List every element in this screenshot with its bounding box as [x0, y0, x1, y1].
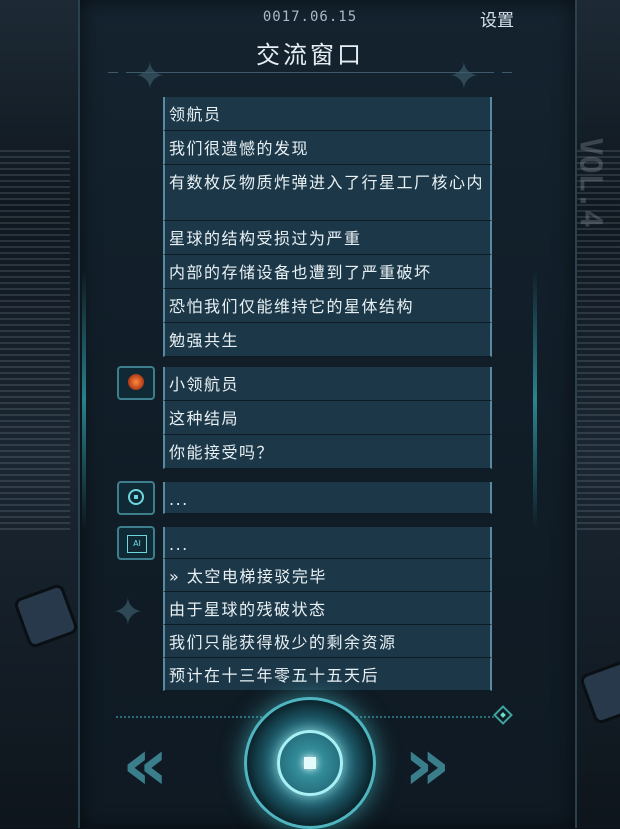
chat-message: ... — [163, 527, 492, 559]
red-robot-avatar-icon[interactable] — [117, 366, 155, 400]
chat-message: 恐怕我们仅能维持它的星体结构 — [163, 289, 492, 323]
chat-message: 预计在十三年零五十五天后 — [163, 658, 492, 691]
vol-wall-text: VOL.4 — [572, 137, 608, 228]
panel-glow-right — [533, 270, 537, 530]
chat-message: 内部的存储设备也遭到了严重破坏 — [163, 255, 492, 289]
chat-message: 小领航员 — [163, 367, 492, 401]
chat-message: ... — [163, 482, 492, 514]
chat-message: 我们很遗憾的发现 — [163, 131, 492, 165]
ai-chip-avatar-icon[interactable] — [117, 526, 155, 560]
chat-message: 有数枚反物质炸弹进入了行星工厂核心内 — [163, 165, 492, 221]
chat-message: 领航员 — [163, 97, 492, 131]
settings-button[interactable]: 设置 — [480, 6, 514, 31]
background-left-wall — [0, 0, 82, 828]
chat-message: 由于星球的残破状态 — [163, 592, 492, 625]
double-chevron-left-icon[interactable]: « — [122, 728, 168, 800]
title-divider — [126, 72, 494, 73]
decorative-star-icon: ✦ — [112, 590, 144, 634]
chat-message: 我们只能获得极少的剩余资源 — [163, 625, 492, 658]
title-divider-left — [108, 72, 118, 73]
game-date: 0017.06.15 — [262, 9, 358, 25]
eye-avatar-icon[interactable] — [117, 481, 155, 515]
title-divider-right — [502, 72, 512, 73]
page-title: 交流窗口 — [256, 41, 364, 69]
chat-message: 勉强共生 — [163, 323, 492, 357]
core-square-icon — [304, 757, 316, 769]
double-chevron-right-icon[interactable]: » — [404, 728, 450, 800]
circular-core-button[interactable] — [244, 697, 376, 829]
chat-message: 你能接受吗？ — [163, 435, 492, 469]
chat-message: » 太空电梯接驳完毕 — [163, 559, 492, 592]
chat-message: 这种结局 — [163, 401, 492, 435]
chat-message: 星球的结构受损过为严重 — [163, 221, 492, 255]
panel-glow-left — [82, 270, 86, 530]
